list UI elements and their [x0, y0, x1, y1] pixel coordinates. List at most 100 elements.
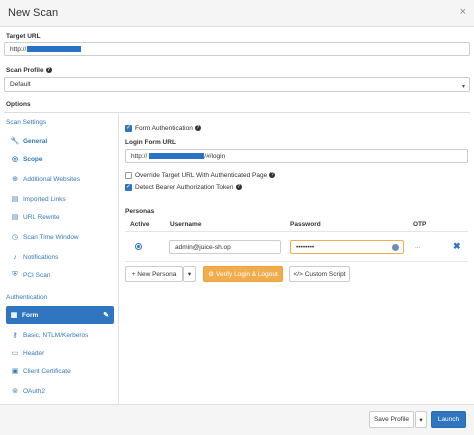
chevron-down-icon: ▾: [419, 416, 423, 424]
sidebar-item-label: Imported Links: [23, 195, 66, 203]
shield-icon: ⛨: [12, 271, 18, 278]
login-url-suffix: /#/login: [204, 152, 226, 160]
persona-password-value: ••••••••: [296, 243, 315, 251]
sidebar-item-header[interactable]: ▭ Header: [10, 346, 114, 360]
sidebar-item-label: PCI Scan: [23, 271, 51, 279]
persona-username-value: admin@juice-sh.op: [175, 243, 231, 251]
launch-button[interactable]: Launch: [431, 411, 466, 428]
table-header-divider: [125, 231, 468, 232]
sidebar-item-client-certificate[interactable]: ▣ Client Certificate: [10, 364, 114, 378]
scan-profile-label: Scan Profile?: [6, 67, 52, 74]
options-divider: [4, 112, 470, 113]
verify-label: Verify Login & Logout: [216, 270, 278, 278]
scan-settings-title: Scan Settings: [6, 119, 47, 126]
sidebar-item-label: URL Rewrite: [23, 213, 60, 221]
login-form-url-label: Login Form URL: [125, 139, 176, 146]
password-reveal-icon[interactable]: [392, 244, 399, 251]
sidebar-item-label: Client Certificate: [23, 367, 71, 375]
sidebar-item-label: Scan Time Window: [23, 233, 79, 241]
new-persona-dropdown[interactable]: ▾: [183, 266, 196, 282]
sidebar-item-label: Scope: [23, 155, 43, 163]
file-icon: ▤: [11, 196, 19, 203]
chevron-down-icon: ▾: [461, 84, 465, 90]
chevron-down-icon: ▾: [187, 271, 192, 278]
sidebar-item-scope[interactable]: ◎ Scope: [10, 152, 114, 166]
sidebar-item-scan-time-window[interactable]: ◷ Scan Time Window: [10, 230, 114, 244]
form-authentication-label: Form Authentication?: [135, 125, 201, 132]
options-sidebar: Scan Settings 🔧 General ◎ Scope ⊕ Additiona…: [4, 114, 118, 404]
redacted-host: [27, 46, 82, 52]
help-icon[interactable]: ?: [194, 125, 201, 132]
form-authentication-label-text: Form Authentication: [135, 125, 193, 132]
override-label-text: Override Target URL With Authenticated P…: [135, 172, 268, 179]
login-form-url-input[interactable]: http:// /#/login: [125, 149, 468, 163]
verify-icon: ⚙: [208, 271, 215, 278]
delete-persona-icon[interactable]: ✖: [453, 241, 461, 252]
wrench-icon: 🔧: [10, 138, 20, 145]
target-url-input[interactable]: http://: [4, 42, 470, 56]
oauth-icon: ⊚: [12, 388, 18, 395]
clock-icon: ◷: [11, 234, 19, 241]
dialog-title: New Scan: [8, 7, 59, 19]
new-persona-button[interactable]: + New Persona: [125, 266, 183, 282]
verify-login-logout-button[interactable]: ⚙ Verify Login & Logout: [203, 266, 283, 282]
redacted-host: [149, 153, 205, 159]
sidebar-item-label: Notifications: [23, 253, 59, 261]
sidebar-item-label: Basic, NTLM/Kerberos: [23, 331, 89, 339]
certificate-icon: ▣: [11, 368, 19, 375]
bearer-label-text: Detect Bearer Authorization Token: [135, 184, 234, 191]
form-icon: ▦: [10, 312, 18, 319]
detect-bearer-checkbox[interactable]: [125, 183, 132, 191]
override-target-url-label: Override Target URL With Authenticated P…: [135, 172, 276, 179]
sidebar-item-notifications[interactable]: ♪ Notifications: [10, 250, 114, 264]
personas-title: Personas: [125, 208, 155, 215]
persona-otp-value[interactable]: ...: [415, 243, 420, 250]
sidebar-item-pci-scan[interactable]: ⛨ PCI Scan: [10, 268, 114, 282]
sidebar-item-general[interactable]: 🔧 General: [10, 134, 114, 148]
help-icon[interactable]: ?: [45, 67, 52, 74]
dialog-footer: Save Profile ▾ Launch: [0, 404, 474, 435]
globe-icon: ⊕: [12, 176, 18, 183]
scan-profile-select[interactable]: Default ▾: [4, 77, 470, 92]
file-icon: ▤: [11, 214, 19, 221]
sidebar-item-label: Form: [22, 311, 39, 319]
persona-username-input[interactable]: admin@juice-sh.op: [169, 240, 281, 254]
sidebar-item-url-rewrite[interactable]: ▤ URL Rewrite: [10, 210, 114, 224]
edit-icon: ✎: [103, 312, 109, 319]
persona-active-radio[interactable]: [135, 243, 142, 250]
form-authentication-checkbox[interactable]: [125, 124, 132, 132]
header-icon: ▭: [11, 350, 19, 357]
column-header-password: Password: [290, 221, 321, 228]
sidebar-item-additional-websites[interactable]: ⊕ Additional Websites: [10, 172, 114, 186]
close-icon[interactable]: ×: [460, 6, 466, 18]
sidebar-separator: [118, 114, 119, 404]
save-profile-dropdown[interactable]: ▾: [415, 411, 427, 428]
sidebar-item-label: Additional Websites: [23, 175, 80, 183]
sidebar-item-imported-links[interactable]: ▤ Imported Links: [10, 192, 114, 206]
options-label: Options: [6, 101, 31, 108]
sidebar-item-basic-ntlm[interactable]: ⚷ Basic, NTLM/Kerberos: [10, 328, 114, 342]
help-icon[interactable]: ?: [269, 172, 276, 179]
column-header-otp: OTP: [413, 221, 427, 228]
target-icon: ◎: [11, 156, 19, 163]
sidebar-item-oauth2[interactable]: ⊚ OAuth2: [10, 384, 114, 398]
target-url-value: http://: [10, 45, 27, 53]
sidebar-item-form[interactable]: ▦ Form ✎: [6, 306, 114, 324]
sidebar-item-label: Header: [23, 349, 45, 357]
detect-bearer-label: Detect Bearer Authorization Token?: [135, 184, 242, 191]
login-url-prefix: http://: [131, 152, 148, 160]
column-header-active: Active: [130, 221, 150, 228]
help-icon[interactable]: ?: [235, 184, 242, 191]
scan-profile-value: Default: [10, 81, 31, 88]
save-profile-button[interactable]: Save Profile: [369, 411, 414, 428]
table-row-divider: [125, 261, 468, 262]
dialog-header: New Scan ×: [0, 0, 474, 27]
target-url-label: Target URL: [6, 33, 41, 40]
scan-profile-label-text: Scan Profile: [6, 67, 44, 74]
persona-password-input[interactable]: ••••••••: [290, 240, 404, 254]
key-icon: ⚷: [12, 332, 18, 339]
authentication-title: Authentication: [6, 294, 48, 301]
column-header-username: Username: [170, 221, 202, 228]
custom-script-button[interactable]: </> Custom Script: [289, 266, 350, 282]
override-target-url-checkbox[interactable]: [125, 172, 132, 179]
